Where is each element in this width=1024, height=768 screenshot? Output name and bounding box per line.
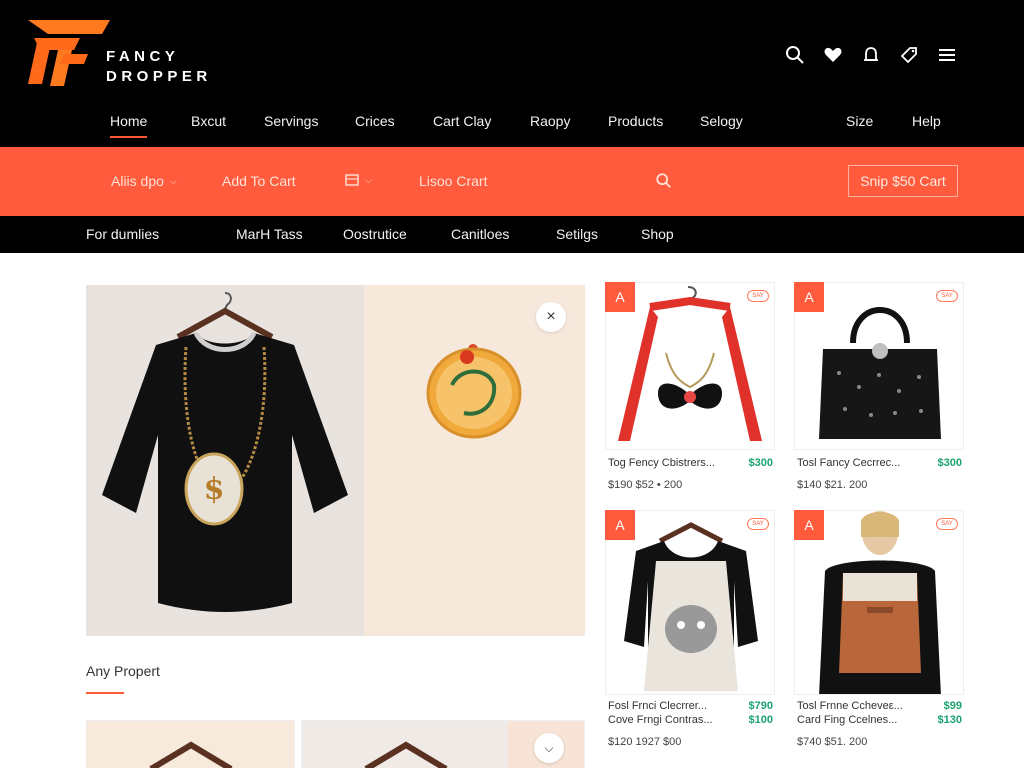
filter-dropdown-label: Aliis dpo: [111, 173, 164, 189]
brand-line-2: DROPPER: [106, 68, 212, 85]
product-badge: A: [605, 282, 635, 312]
nav-link-help[interactable]: Help: [912, 113, 941, 129]
product-tag: SAY: [747, 518, 769, 530]
tag-icon[interactable]: [898, 44, 920, 66]
page: FANCY DROPPER Home Bxcut Servings Crices…: [0, 0, 1024, 768]
nav-link[interactable]: Bxcut: [191, 113, 226, 129]
product-badge: A: [794, 510, 824, 540]
chevron-down-icon[interactable]: ⌵: [534, 733, 564, 763]
product-price: $790: [748, 700, 773, 712]
product-meta: $120 1927 $00: [608, 736, 682, 748]
sub-nav-link[interactable]: Oostrutice: [343, 226, 407, 242]
header-icons: [784, 44, 958, 66]
view-dropdown[interactable]: ⌵: [345, 173, 372, 187]
nav-link-home[interactable]: Home: [110, 113, 148, 138]
menu-icon[interactable]: [936, 44, 958, 66]
product-thumbnail[interactable]: [301, 720, 506, 768]
add-to-cart-button[interactable]: Add To Cart: [222, 173, 296, 189]
product-tag: SAY: [936, 518, 958, 530]
product-tag: SAY: [936, 290, 958, 302]
product-price-secondary: $100: [748, 714, 773, 726]
sub-nav-link[interactable]: Setilgs: [556, 226, 598, 242]
top-header: FANCY DROPPER Home Bxcut Servings Crices…: [0, 0, 1024, 147]
product-card[interactable]: A SAY Tosl Frnne Ccheveε... $99 Card Fin…: [794, 510, 964, 755]
product-card[interactable]: A SAY Fosl Frnci Clecrrer... $790 Cove F…: [605, 510, 775, 755]
brand-name: FANCY DROPPER: [106, 47, 212, 87]
product-badge: A: [605, 510, 635, 540]
nav-link[interactable]: Crices: [355, 113, 395, 129]
product-name-secondary: Cove Frngi Contras...: [608, 714, 713, 726]
section-underline: [86, 692, 124, 694]
product-price-secondary: $130: [937, 714, 962, 726]
filter-dropdown[interactable]: Aliis dpo ⌵: [111, 173, 177, 189]
product-price: $99: [943, 700, 962, 712]
product-meta: $740 $51. 200: [797, 736, 868, 748]
product-name: Tosl Fancy Cecrrec...: [797, 457, 901, 469]
nav-link-size[interactable]: Size: [846, 113, 873, 129]
product-card[interactable]: A SAY Tog Fency Cbistrers... $300 $190 $…: [605, 282, 775, 502]
brand-logo-icon[interactable]: [28, 20, 110, 86]
sub-nav-link[interactable]: Canitloes: [451, 226, 509, 242]
product-tag: SAY: [747, 290, 769, 302]
hero-pendant-image: [364, 285, 585, 636]
product-name-secondary: Card Fing Ccelnes...: [797, 714, 898, 726]
svg-text:$: $: [204, 472, 225, 507]
snip-cart-button[interactable]: Snip $50 Cart: [848, 165, 958, 197]
product-badge: A: [794, 282, 824, 312]
product-name: Fosl Frnci Clecrrer...: [608, 700, 708, 712]
product-meta: $190 $52 • 200: [608, 479, 683, 491]
search-icon[interactable]: [655, 172, 673, 195]
heart-icon[interactable]: [822, 44, 844, 66]
nav-link-products[interactable]: Products: [608, 113, 663, 129]
search-icon[interactable]: [784, 44, 806, 66]
product-name: Tosl Frnne Ccheveε...: [797, 700, 903, 712]
chevron-down-icon: ⌵: [365, 174, 372, 185]
hero-tshirt-image: $: [86, 285, 364, 636]
grid-icon: [345, 174, 359, 186]
product-price: $300: [748, 457, 773, 469]
nav-link[interactable]: Selogy: [700, 113, 743, 129]
sub-nav-link-shop[interactable]: Shop: [641, 226, 674, 242]
cart-link[interactable]: Lisoo Crart: [419, 173, 487, 189]
bell-icon[interactable]: [860, 44, 882, 66]
chevron-down-icon: ⌵: [169, 175, 177, 186]
sub-nav: For dumlies MarH Tass Oostrutice Canitlo…: [0, 216, 1024, 253]
nav-link[interactable]: Servings: [264, 113, 318, 129]
nav-link[interactable]: Cart Clay: [433, 113, 491, 129]
product-card[interactable]: A SAY Tosl Fancy Cecrrec... $300 $140 $2…: [794, 282, 964, 502]
sub-nav-link[interactable]: For dumlies: [86, 226, 159, 242]
main-nav: Home Bxcut Servings Crices Cart Clay Rao…: [0, 113, 1024, 138]
brand-line-1: FANCY: [106, 48, 180, 65]
product-meta: $140 $21. 200: [797, 479, 868, 491]
product-name: Tog Fency Cbistrers...: [608, 457, 715, 469]
hero-banner[interactable]: $: [86, 285, 585, 636]
sub-nav-link[interactable]: MarH Tass: [236, 226, 303, 242]
product-thumbnail[interactable]: [86, 720, 295, 768]
close-button[interactable]: ×: [536, 302, 566, 332]
section-title: Any Propert: [86, 663, 160, 679]
nav-link[interactable]: Raopy: [530, 113, 570, 129]
product-price: $300: [937, 457, 962, 469]
